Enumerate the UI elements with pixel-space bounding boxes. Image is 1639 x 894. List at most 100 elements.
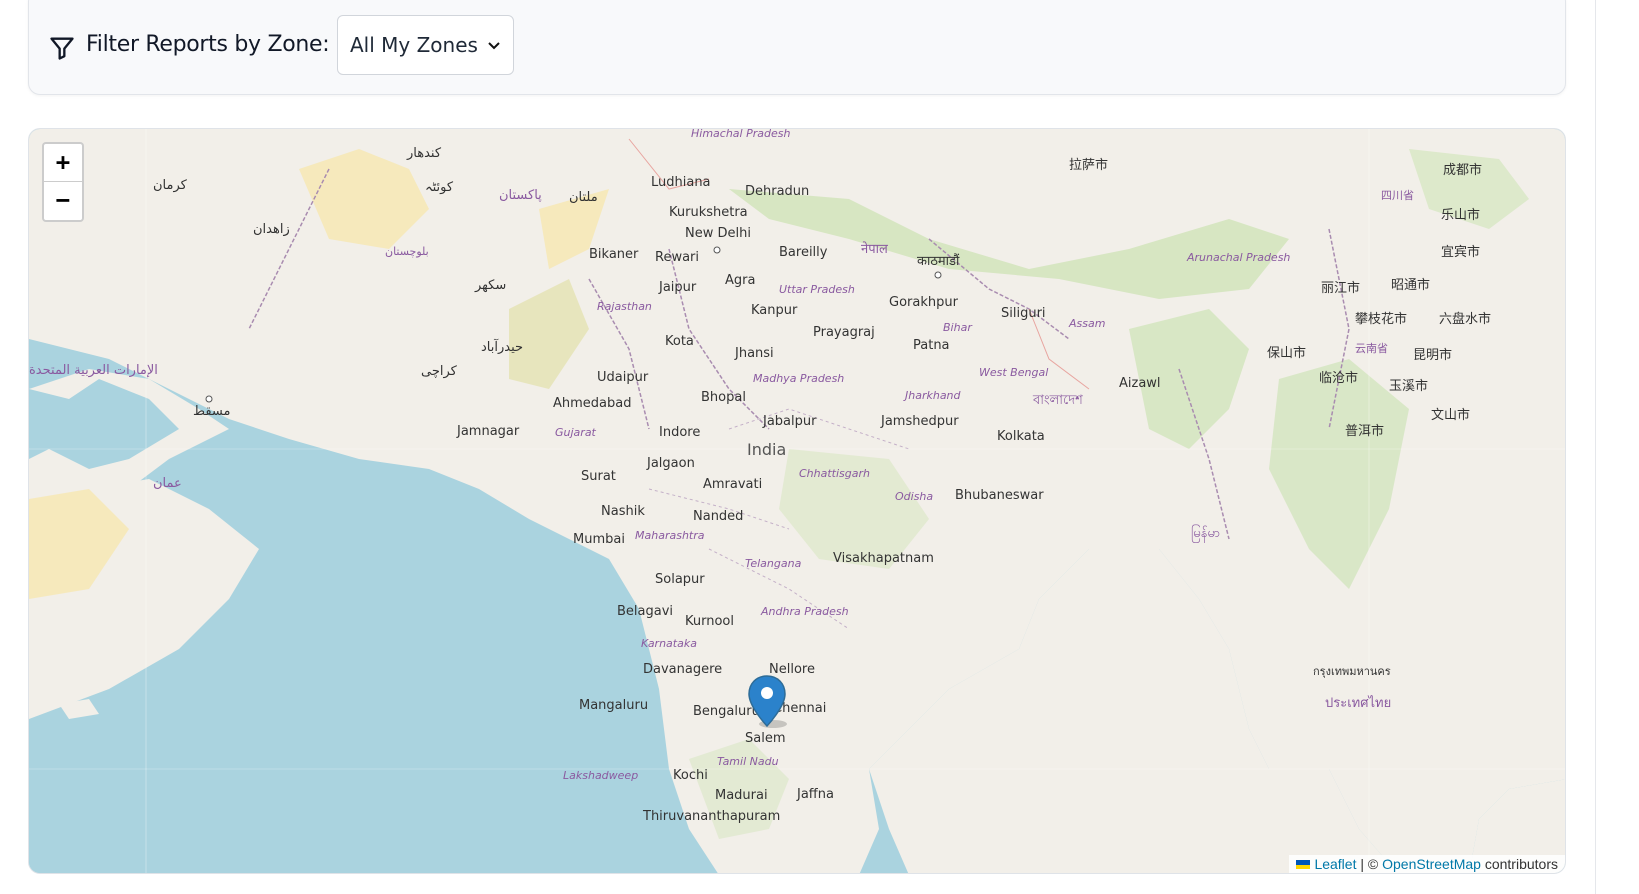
map-tiles[interactable]: Himachal Pradesh Ludhiana Dehradun Kuruk…: [29, 129, 1566, 874]
map-label: Assam: [1068, 317, 1105, 330]
map-label: Siliguri: [1001, 306, 1046, 321]
map-label: کرمان: [153, 178, 188, 193]
map-label: Agra: [725, 273, 755, 288]
map-label: Tamil Nadu: [717, 755, 779, 768]
map-label: Jaffna: [796, 787, 834, 802]
map-label: Bikaner: [589, 247, 639, 262]
map-label: 成都市: [1443, 162, 1482, 178]
map-label: Jhansi: [734, 346, 774, 361]
zoom-control: + −: [42, 142, 84, 222]
map-label: Kanpur: [751, 303, 798, 318]
map-label: 昭通市: [1391, 277, 1430, 293]
ukraine-flag-icon: [1296, 860, 1311, 869]
map-label: Himachal Pradesh: [691, 129, 790, 140]
map-label: Telangana: [745, 557, 802, 570]
map-label: Gujarat: [555, 426, 597, 439]
map-label: Jalgaon: [646, 456, 695, 471]
map-label: မြန်မာ: [1191, 524, 1220, 543]
map-label: Dehradun: [745, 184, 809, 199]
map-label: بلوچستان: [385, 245, 429, 258]
map-label: New Delhi: [685, 226, 751, 241]
map-label: Bhubaneswar: [955, 488, 1044, 503]
map-label: Bihar: [943, 321, 973, 334]
zoom-out-button[interactable]: −: [44, 181, 82, 219]
map-label: Nashik: [601, 504, 645, 519]
map-label: Patna: [913, 338, 950, 353]
map-attribution: Leaflet | © OpenStreetMap contributors: [1289, 855, 1565, 873]
map-label: الإمارات العربية المتحدة: [29, 363, 158, 378]
map-label: زاهدان: [253, 222, 290, 237]
map-label: Kurnool: [685, 614, 734, 629]
map-label: Solapur: [655, 572, 705, 587]
map-label: Surat: [581, 469, 616, 484]
filter-icon: [50, 37, 74, 60]
map-label: سکھر: [474, 278, 506, 293]
map-label: Prayagraj: [813, 325, 875, 340]
chevron-down-icon: [488, 42, 500, 50]
map-label: 玉溪市: [1389, 378, 1428, 394]
map-label: Uttar Pradesh: [779, 283, 855, 296]
map-label: Kochi: [673, 768, 708, 783]
map-label: ملتان: [569, 190, 598, 205]
map-label: Aizawl: [1119, 376, 1161, 391]
map-label: 攀枝花市: [1355, 311, 1407, 327]
map-label: India: [747, 440, 786, 459]
map-label: Kota: [665, 334, 694, 349]
map-label: 昆明市: [1413, 347, 1452, 363]
map-label: Ludhiana: [651, 175, 711, 190]
map-label: Udaipur: [597, 370, 649, 385]
map-label: 丽江市: [1321, 280, 1360, 296]
map-label: Amravati: [703, 477, 762, 492]
map-label: 宜宾市: [1441, 244, 1480, 260]
map-label: Indore: [659, 425, 700, 440]
map-label: Visakhapatnam: [833, 551, 934, 566]
map-label: پاکستان: [499, 188, 542, 203]
map-label: Odisha: [895, 490, 933, 503]
page-scrollbar-edge: [1595, 0, 1596, 894]
map-label: Salem: [745, 731, 786, 746]
map-label: Chhattisgarh: [799, 467, 870, 480]
map-label: বাংলাদেশ: [1032, 393, 1083, 408]
map-label: 临沧市: [1319, 370, 1358, 386]
map-label: Rewari: [655, 250, 699, 265]
map-label: Jamnagar: [456, 424, 520, 439]
map-label: 乐山市: [1441, 207, 1480, 223]
map-label: Kolkata: [997, 429, 1045, 444]
attribution-suffix: contributors: [1484, 856, 1558, 872]
map-label: Maharashtra: [635, 529, 705, 542]
zone-select[interactable]: All My Zones: [337, 15, 514, 75]
map-label: حیدرآباد: [481, 338, 523, 355]
map-label: Bareilly: [779, 245, 828, 260]
zoom-in-button[interactable]: +: [44, 144, 82, 181]
map-label: 四川省: [1381, 189, 1414, 202]
map-label: کوئٹہ: [425, 180, 454, 195]
map-label: Gorakhpur: [889, 295, 959, 310]
map-label: كراچی: [421, 364, 458, 379]
map-label: กรุงเทพมหานคร: [1313, 665, 1391, 678]
map-label: Thiruvananthapuram: [642, 809, 780, 824]
map-label: Davanagere: [643, 662, 722, 677]
map-label: West Bengal: [979, 366, 1048, 379]
zone-select-value: All My Zones: [350, 33, 478, 57]
attribution-separator: | ©: [1360, 856, 1379, 872]
map-label: Belagavi: [617, 604, 673, 619]
map-label: ประเทศไทย: [1325, 695, 1391, 711]
map-label: Kurukshetra: [669, 205, 748, 220]
map-label: Madurai: [715, 788, 768, 803]
map-label: 普洱市: [1345, 423, 1384, 439]
map-label: Bhopal: [701, 390, 746, 405]
map-label: काठमाडौं: [917, 253, 960, 269]
map-label: Rajasthan: [597, 300, 652, 313]
map-label: Jaipur: [658, 280, 697, 295]
map-label: Mangaluru: [579, 698, 648, 713]
map-label: Jabalpur: [762, 414, 817, 429]
location-marker-icon[interactable]: [747, 674, 787, 729]
map-label: عمان: [153, 476, 182, 491]
map-label: 云南省: [1355, 342, 1388, 355]
map-label: Andhra Pradesh: [760, 605, 849, 618]
leaflet-link[interactable]: Leaflet: [1314, 856, 1356, 872]
map[interactable]: Himachal Pradesh Ludhiana Dehradun Kuruk…: [28, 128, 1566, 874]
map-label: 六盘水市: [1439, 311, 1491, 327]
map-label: Karnataka: [641, 637, 697, 650]
osm-link[interactable]: OpenStreetMap: [1382, 856, 1481, 872]
